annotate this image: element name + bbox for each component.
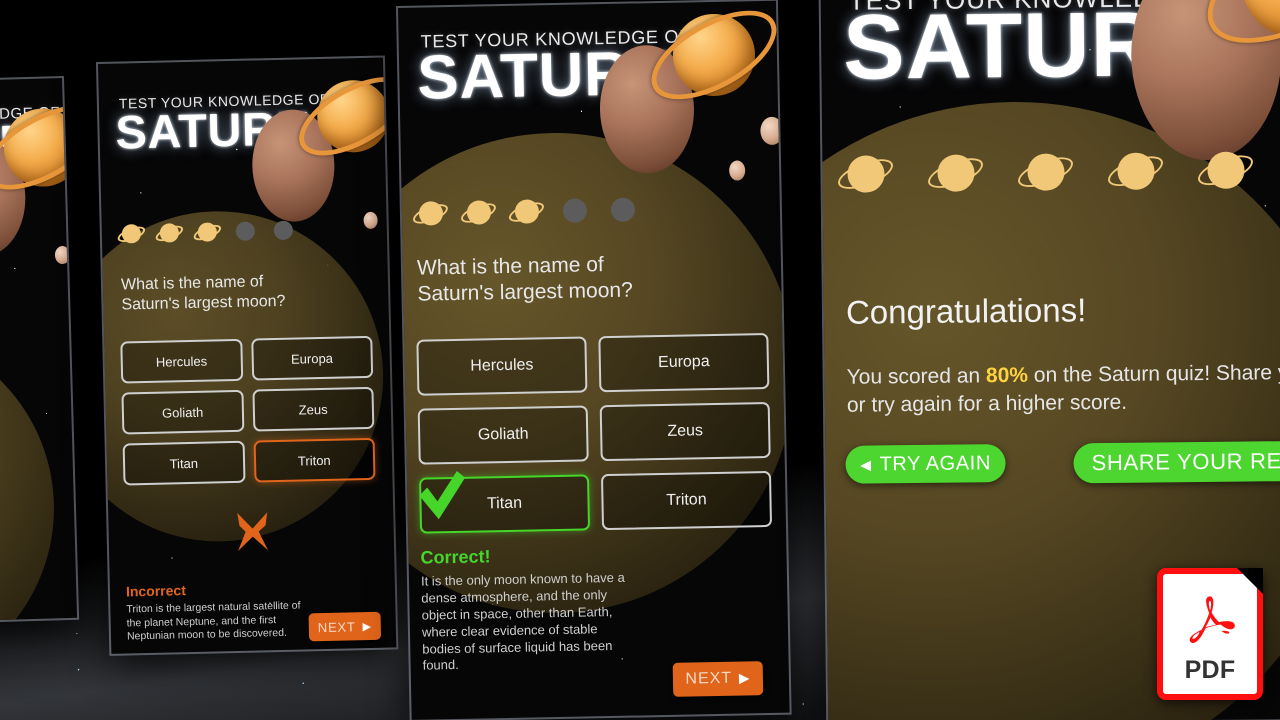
next-button-label: NEXT (685, 669, 733, 688)
progress-pip-1 (834, 149, 897, 196)
explanation-text: Triton is the largest natural satellite … (126, 599, 301, 643)
slide-correct: TEST YOUR KNOWLEDGE OF SATURN What is th… (398, 0, 790, 720)
moon-tiny-icon (363, 211, 378, 230)
progress-pip-5 (608, 193, 639, 224)
progress-pip-3 (191, 219, 224, 244)
progress-indicator (410, 193, 639, 228)
progress-indicator (115, 218, 297, 246)
answer-option-goliath[interactable]: Goliath (417, 405, 589, 465)
answer-option-europa[interactable]: Europa (598, 332, 770, 393)
moon-tiny-icon (728, 160, 746, 181)
score-message-prefix: You scored an (846, 364, 987, 389)
pdf-file-badge[interactable]: PDF (1157, 568, 1263, 700)
chevron-left-icon: ◀ (860, 455, 872, 473)
answer-option-triton[interactable]: Triton (253, 437, 376, 483)
slide-header: TEST YOUR KNOWLEDGE OF SATURN (0, 78, 62, 175)
saturn-illustration (598, 0, 790, 198)
answer-option-titan[interactable]: Titan (419, 474, 591, 534)
try-again-label: TRY AGAIN (879, 451, 992, 475)
answer-option-hercules[interactable]: Hercules (120, 338, 243, 384)
answer-options: Hercules Europa Goliath Zeus Titan Trito… (416, 332, 773, 534)
progress-pip-5 (272, 218, 297, 243)
pdf-label: PDF (1184, 656, 1236, 684)
progress-indicator (834, 146, 1257, 196)
answer-option-hercules[interactable]: Hercules (416, 336, 588, 396)
acrobat-logo-icon (1189, 596, 1235, 644)
progress-pip-3 (506, 195, 547, 226)
results-heading: Congratulations! (845, 291, 1087, 331)
screenshot-canvas: TEST YOUR KNOWLEDGE OF SATURN What is th… (0, 0, 1280, 720)
next-button[interactable]: NEXT ▶ (308, 611, 382, 642)
answer-option-titan[interactable]: Titan (122, 440, 246, 486)
question-text: What is the name of Saturn's largest moo… (416, 253, 633, 306)
question-text: What is the name of Saturn's largest moo… (120, 273, 286, 314)
try-again-button[interactable]: ◀ TRY AGAIN (845, 444, 1006, 484)
progress-pip-2 (924, 148, 987, 195)
chevron-right-icon: ▶ (738, 670, 751, 686)
verdict-label: Incorrect (125, 582, 187, 600)
answer-option-europa[interactable]: Europa (250, 335, 374, 381)
results-message: You scored an 80% on the Saturn quiz! Sh… (847, 358, 1280, 419)
answer-option-zeus[interactable]: Zeus (251, 386, 375, 432)
saturn-illustration (250, 60, 397, 239)
slide-incorrect: TEST YOUR KNOWLEDGE OF SATURN What is th… (98, 57, 397, 654)
verdict-label: Correct! (420, 546, 491, 568)
share-results-button[interactable]: SHARE YOUR RESULTS (1073, 440, 1280, 484)
progress-pip-1 (410, 197, 451, 228)
progress-pip-5 (1194, 146, 1257, 192)
progress-pip-2 (153, 220, 186, 245)
progress-pip-3 (1014, 147, 1077, 194)
progress-pip-2 (458, 196, 499, 227)
next-button-label: NEXT (317, 618, 356, 635)
answer-option-triton[interactable]: Triton (600, 470, 773, 531)
progress-pip-4 (560, 194, 591, 225)
share-results-label: SHARE YOUR RESULTS (1091, 447, 1280, 476)
chevron-right-icon: ▶ (362, 620, 372, 633)
saturn-disc (0, 323, 59, 625)
progress-pip-4 (234, 218, 259, 243)
progress-pip-1 (115, 221, 148, 246)
score-value: 80% (985, 363, 1029, 388)
cross-mark-icon (237, 512, 269, 551)
answer-option-zeus[interactable]: Zeus (599, 401, 771, 462)
answer-options: Hercules Europa Goliath Zeus Titan Trito… (120, 335, 376, 486)
explanation-text: It is the only moon known to have a dens… (420, 569, 625, 674)
answer-option-goliath[interactable]: Goliath (121, 389, 244, 435)
progress-pip-4 (1104, 146, 1167, 193)
next-button[interactable]: NEXT ▶ (672, 661, 764, 697)
